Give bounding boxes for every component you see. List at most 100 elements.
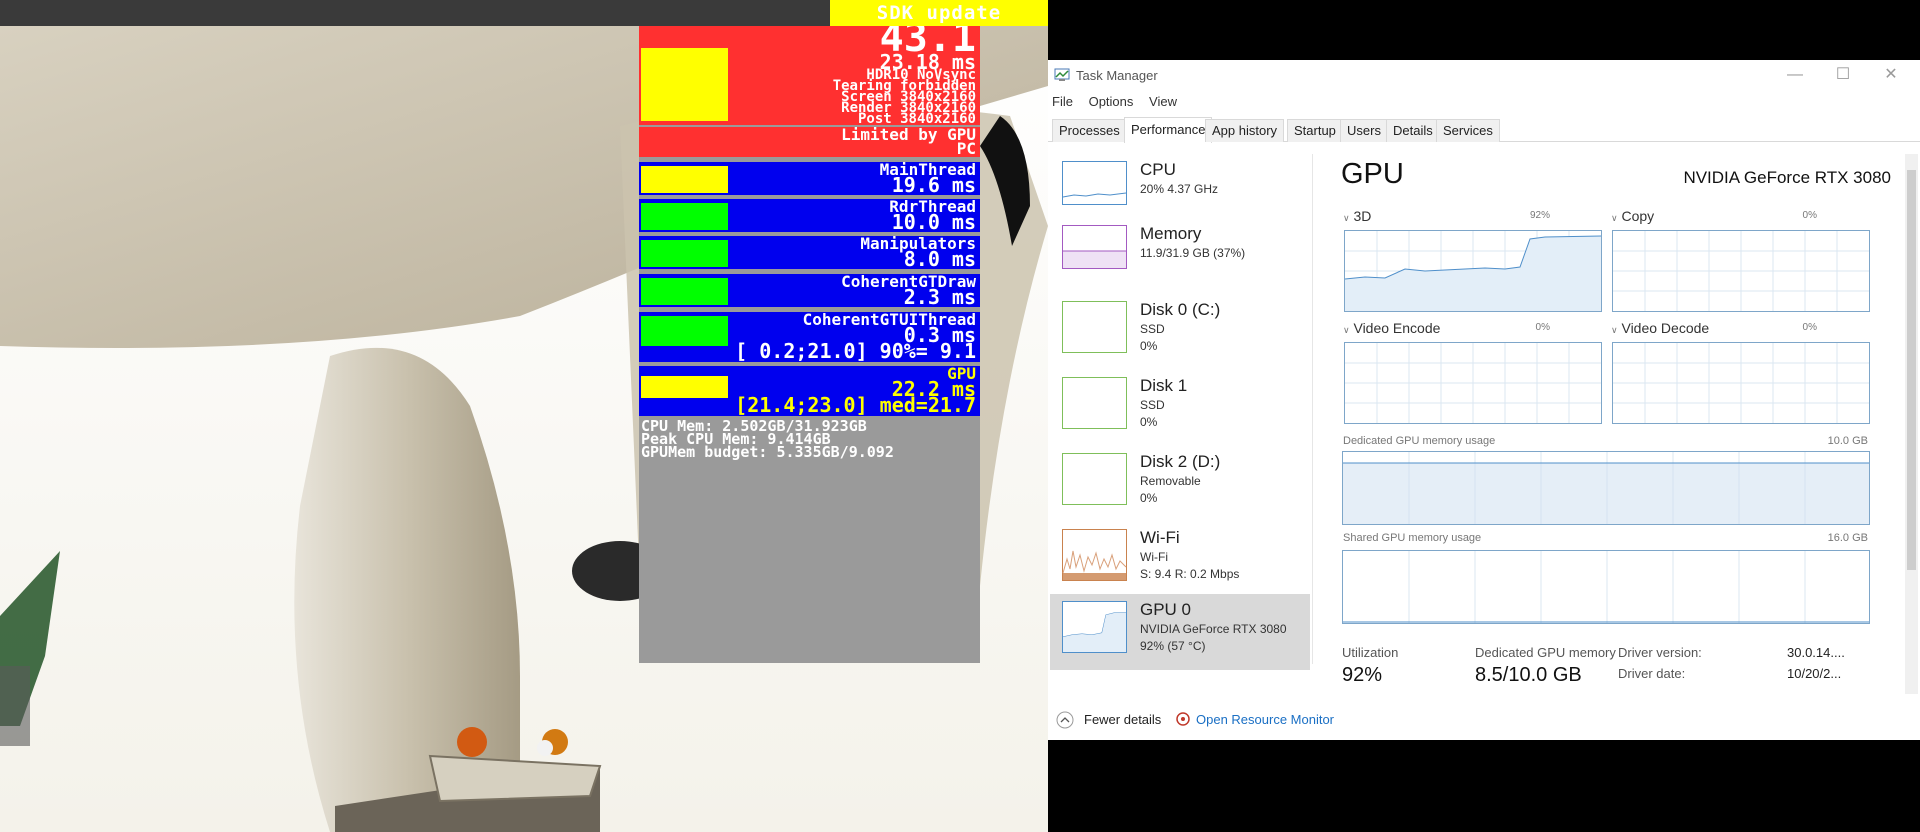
wifi-thumbnail [1062, 529, 1127, 581]
sidebar-item-detail: SSD [1140, 398, 1165, 412]
driver-version-label: Driver version: [1618, 645, 1702, 660]
limited-by: Limited by GPU [841, 127, 976, 144]
sidebar-item-detail: Wi-Fi [1140, 550, 1168, 564]
utilization-value: 92% [1342, 664, 1383, 686]
engine-video-decode-pct: 0% [1802, 322, 1817, 333]
chevron-down-icon: ∨ [1343, 325, 1350, 335]
engine-video-encode-label[interactable]: ∨ Video Encode [1343, 320, 1440, 336]
title-bar: Task Manager — ☐ ✕ [1048, 60, 1920, 90]
engine-3d-label[interactable]: ∨ 3D [1343, 208, 1371, 224]
thread-value: 2.3 ms [903, 285, 976, 307]
tab-services[interactable]: Services [1436, 119, 1500, 142]
engine-video-decode-graph [1612, 342, 1870, 424]
sidebar-item-usage: 0% [1140, 415, 1158, 429]
sidebar-item-disk2[interactable]: Disk 2 (D:) Removable 0% [1050, 446, 1310, 522]
chevron-up-circle-icon[interactable] [1056, 711, 1074, 729]
utilization-label: Utilization [1342, 645, 1399, 660]
thread-bar [641, 278, 728, 305]
engine-video-encode-graph [1344, 342, 1602, 424]
driver-date-label: Driver date: [1618, 666, 1686, 681]
gpu-bar [641, 376, 728, 398]
open-resource-monitor-link[interactable]: Open Resource Monitor [1196, 712, 1334, 727]
scrollbar-thumb[interactable] [1907, 170, 1916, 570]
shared-memory-graph [1342, 550, 1870, 624]
tab-app-history[interactable]: App history [1205, 119, 1285, 142]
chevron-down-icon: ∨ [1611, 213, 1618, 223]
engine-video-decode-label[interactable]: ∨ Video Decode [1611, 320, 1709, 336]
limited-by-block: Limited by GPU PC [639, 127, 980, 157]
sidebar-item-label: Disk 1 [1140, 376, 1188, 395]
driver-date-value: 10/20/2... [1787, 666, 1842, 681]
close-button[interactable]: ✕ [1868, 64, 1914, 86]
tab-bar: Processes Performance App history Startu… [1048, 117, 1920, 143]
tab-startup[interactable]: Startup [1287, 119, 1343, 142]
sidebar-item-label: Disk 2 (D:) [1140, 452, 1221, 471]
gpu-block: GPU 22.2 ms [21.4;23.0] med=21.7 [639, 366, 980, 416]
thread-value: 19.6 ms [891, 173, 976, 195]
sidebar-item-label: Disk 0 (C:) [1140, 300, 1221, 319]
sidebar-item-label: GPU 0 [1140, 600, 1192, 619]
tab-performance[interactable]: Performance [1124, 117, 1213, 143]
thread-bar [641, 316, 728, 346]
panel-title: GPU [1341, 158, 1404, 190]
window-title: Task Manager [1076, 68, 1158, 83]
thread-main: MainThread 19.6 ms [639, 162, 980, 195]
engine-copy-graph [1612, 230, 1870, 312]
sidebar-item-detail: SSD [1140, 322, 1165, 336]
disk-thumbnail [1062, 301, 1127, 353]
gpu-extra: [21.4;23.0] med=21.7 [735, 393, 976, 416]
sidebar-item-gpu0[interactable]: GPU 0 NVIDIA GeForce RTX 3080 92% (57 °C… [1050, 594, 1310, 670]
maximize-button[interactable]: ☐ [1820, 64, 1866, 86]
memory-stats: CPU Mem: 2.502GB/31.923GB Peak CPU Mem: … [641, 419, 894, 460]
engine-copy-label[interactable]: ∨ Copy [1611, 208, 1654, 224]
sidebar-item-usage: 92% (57 °C) [1140, 639, 1206, 653]
task-manager-icon [1054, 68, 1070, 81]
minimize-button[interactable]: — [1772, 64, 1818, 86]
menu-file[interactable]: File [1052, 94, 1073, 109]
thread-extra: [ 0.2;21.0] 90%= 9.1 [735, 339, 976, 362]
footer: Fewer details Open Resource Monitor [1048, 700, 1920, 740]
menu-view[interactable]: View [1149, 94, 1177, 109]
dedicated-memory-graph [1342, 451, 1870, 525]
post-res: Post 3840x2160 [857, 111, 976, 125]
shared-memory-max: 16.0 GB [1827, 532, 1868, 544]
tab-details[interactable]: Details [1386, 119, 1440, 142]
thread-manipulators: Manipulators 8.0 ms [639, 236, 980, 269]
gpu-panel: GPU NVIDIA GeForce RTX 3080 ∨ 3D 92% ∨ C… [1313, 154, 1903, 686]
gpu-model: NVIDIA GeForce RTX 3080 [1683, 168, 1891, 187]
sidebar-item-detail: NVIDIA GeForce RTX 3080 [1140, 622, 1287, 636]
tab-users[interactable]: Users [1340, 119, 1388, 142]
chevron-down-icon: ∨ [1611, 325, 1618, 335]
dedicated-gpu-memory-label: Dedicated GPU memory [1475, 645, 1616, 660]
engine-video-encode-pct: 0% [1535, 322, 1550, 333]
fewer-details-link[interactable]: Fewer details [1084, 712, 1161, 727]
tab-processes[interactable]: Processes [1052, 119, 1127, 142]
memory-thumbnail [1062, 225, 1127, 269]
sdk-update-banner[interactable]: SDK update available [830, 0, 1048, 50]
menu-options[interactable]: Options [1089, 94, 1134, 109]
engine-copy-pct: 0% [1802, 210, 1817, 221]
thread-bar [641, 240, 728, 267]
sidebar-item-label: Wi-Fi [1140, 528, 1180, 547]
vertical-scrollbar[interactable] [1905, 154, 1918, 694]
platform: PC [956, 139, 976, 157]
sidebar-item-usage: S: 9.4 R: 0.2 Mbps [1140, 567, 1240, 581]
perf-header: 43.1 23.18 ms HDR10 NoVsync Tearing forb… [639, 26, 980, 125]
sidebar-item-usage: 0% [1140, 339, 1158, 353]
thread-bar [641, 166, 728, 193]
resource-sidebar: CPU 20% 4.37 GHz Memory 11.9/31.9 GB (37… [1048, 154, 1313, 670]
sidebar-item-wifi[interactable]: Wi-Fi Wi-Fi S: 9.4 R: 0.2 Mbps [1050, 522, 1310, 598]
cpu-thumbnail [1062, 161, 1127, 205]
disk-thumbnail [1062, 453, 1127, 505]
sidebar-item-disk0[interactable]: Disk 0 (C:) SSD 0% [1050, 294, 1310, 370]
sidebar-item-usage: 0% [1140, 491, 1158, 505]
sidebar-item-label: Memory [1140, 224, 1202, 243]
chevron-down-icon: ∨ [1343, 213, 1350, 223]
sidebar-item-memory[interactable]: Memory 11.9/31.9 GB (37%) [1050, 218, 1310, 294]
task-manager-window: Task Manager — ☐ ✕ File Options View Pro… [1048, 60, 1920, 740]
dedicated-memory-label: Dedicated GPU memory usage [1343, 435, 1496, 447]
sidebar-item-detail: 20% 4.37 GHz [1140, 182, 1219, 196]
sidebar-item-disk1[interactable]: Disk 1 SSD 0% [1050, 370, 1310, 446]
shared-memory-label: Shared GPU memory usage [1343, 532, 1482, 544]
thread-coherent-draw: CoherentGTDraw 2.3 ms [639, 274, 980, 307]
